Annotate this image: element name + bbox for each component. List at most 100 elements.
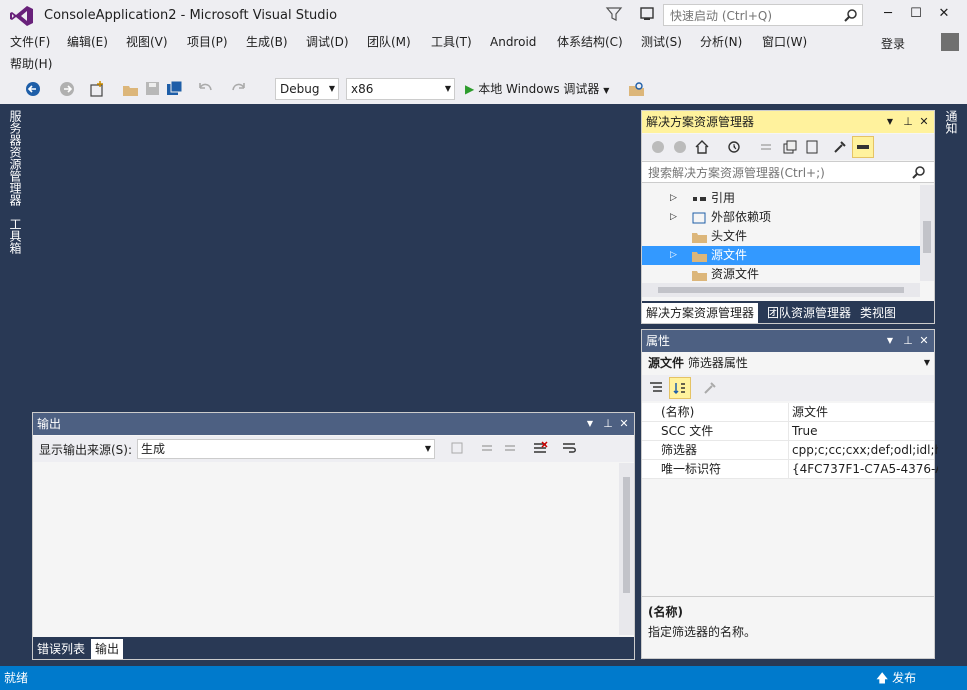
close-button[interactable]: ✕	[931, 4, 957, 24]
save-icon[interactable]	[144, 80, 162, 98]
preview-selected-button[interactable]	[852, 136, 874, 158]
tree-item-external-dependencies[interactable]: ▷ 外部依赖项	[642, 208, 920, 227]
menu-window[interactable]: 窗口(W)	[762, 33, 807, 51]
server-explorer-tab[interactable]: 服务器资源管理器	[6, 110, 24, 206]
chevron-down-icon[interactable]: ▼	[603, 86, 609, 95]
history-icon[interactable]	[726, 139, 742, 155]
output-vertical-scrollbar[interactable]	[619, 463, 634, 635]
notifications-tab[interactable]: 通知	[940, 110, 960, 134]
menu-android[interactable]: Android	[490, 33, 536, 51]
tab-class-view[interactable]: 类视图	[856, 303, 900, 323]
property-row-unique-identifier[interactable]: 唯一标识符 {4FC737F1-C7A5-4376-A066-2A32D752A…	[642, 460, 938, 479]
open-file-icon[interactable]	[122, 80, 140, 98]
tree-item-source-files[interactable]: ▷ 源文件	[642, 246, 920, 265]
word-wrap-icon[interactable]	[561, 440, 577, 456]
menu-architecture[interactable]: 体系结构(C)	[557, 33, 623, 51]
property-row-filter[interactable]: 筛选器 cpp;c;cc;cxx;def;odl;idl;hpj;bat;asm…	[642, 441, 938, 460]
tab-team-explorer[interactable]: 团队资源管理器	[763, 303, 855, 323]
tree-horizontal-scrollbar[interactable]	[642, 283, 920, 297]
property-value[interactable]: cpp;c;cc;cxx;def;odl;idl;hpj;bat;asm;asm…	[788, 441, 938, 460]
tab-error-list[interactable]: 错误列表	[33, 639, 89, 659]
property-value[interactable]: True	[788, 422, 938, 441]
dropdown-arrow-icon[interactable]: ▼	[882, 111, 898, 133]
property-value[interactable]: 源文件	[788, 403, 938, 422]
dropdown-arrow-icon[interactable]: ▼	[882, 330, 898, 352]
tree-item-resource-files[interactable]: 资源文件	[642, 265, 920, 284]
menu-test[interactable]: 测试(S)	[641, 33, 682, 51]
quick-launch-input[interactable]	[668, 6, 840, 26]
dropdown-arrow-icon[interactable]: ▼	[582, 413, 598, 435]
show-all-files-icon[interactable]	[804, 139, 820, 155]
new-project-icon[interactable]	[88, 80, 106, 98]
minimize-button[interactable]: ─	[875, 4, 901, 24]
menu-project[interactable]: 项目(P)	[187, 33, 228, 51]
menu-team[interactable]: 团队(M)	[367, 33, 411, 51]
search-icon[interactable]	[912, 165, 926, 179]
solution-platform-select[interactable]: x86 ▼	[346, 78, 455, 100]
find-in-files-icon[interactable]	[628, 80, 646, 98]
scrollbar-thumb[interactable]	[658, 287, 904, 293]
pin-icon[interactable]: ⊥	[900, 330, 916, 352]
property-row-name[interactable]: (名称) 源文件	[642, 403, 934, 422]
notifications-icon[interactable]	[638, 5, 656, 23]
expand-arrow-icon[interactable]: ▷	[670, 189, 677, 208]
home-icon[interactable]	[694, 139, 710, 155]
quick-launch[interactable]	[663, 4, 863, 26]
pin-icon[interactable]: ⊥	[900, 111, 916, 133]
tree-item-references[interactable]: ▷ 引用	[642, 189, 920, 208]
tab-solution-explorer[interactable]: 解决方案资源管理器	[642, 303, 759, 323]
menu-analyze[interactable]: 分析(N)	[700, 33, 742, 51]
properties-object-select[interactable]: 源文件 筛选器属性 ▼	[642, 353, 934, 373]
save-all-icon[interactable]	[166, 80, 184, 98]
scrollbar-thumb[interactable]	[623, 477, 630, 593]
solution-config-select[interactable]: Debug ▼	[275, 78, 339, 100]
previous-message-icon[interactable]	[479, 440, 495, 456]
property-row-scc-files[interactable]: SCC 文件 True	[642, 422, 934, 441]
undo-icon[interactable]	[196, 80, 214, 98]
tab-output[interactable]: 输出	[91, 639, 124, 659]
forward-icon[interactable]	[672, 139, 688, 155]
menu-edit[interactable]: 编辑(E)	[67, 33, 108, 51]
close-icon[interactable]: ✕	[916, 111, 932, 133]
pin-icon[interactable]: ⊥	[600, 413, 616, 435]
categorized-icon[interactable]	[648, 380, 664, 396]
solution-explorer-search[interactable]	[642, 161, 934, 183]
forward-icon[interactable]	[58, 80, 76, 98]
tree-vertical-scrollbar[interactable]	[920, 185, 934, 281]
tree-item-header-files[interactable]: 头文件	[642, 227, 920, 246]
close-icon[interactable]: ✕	[616, 413, 632, 435]
menu-file[interactable]: 文件(F)	[10, 33, 50, 51]
menu-debug[interactable]: 调试(D)	[306, 33, 349, 51]
redo-icon[interactable]	[230, 80, 248, 98]
output-source-select[interactable]: 生成 ▼	[137, 439, 435, 459]
expand-arrow-icon[interactable]: ▷	[670, 208, 677, 227]
menu-tools[interactable]: 工具(T)	[431, 33, 472, 51]
close-icon[interactable]: ✕	[916, 330, 932, 352]
clear-all-icon[interactable]	[532, 440, 548, 456]
login-link[interactable]: 登录	[881, 35, 905, 53]
search-icon[interactable]	[844, 8, 858, 22]
next-message-icon[interactable]	[502, 440, 518, 456]
alphabetical-button[interactable]	[669, 377, 691, 399]
back-icon[interactable]	[650, 139, 666, 155]
publish-button[interactable]: 🡅 发布	[876, 666, 916, 690]
collapse-all-icon[interactable]	[782, 139, 798, 155]
property-value[interactable]: {4FC737F1-C7A5-4376-A066-2A32D752A2FF}	[788, 460, 938, 479]
sync-icon[interactable]	[758, 139, 774, 155]
feedback-filter-icon[interactable]	[605, 5, 623, 23]
scrollbar-thumb[interactable]	[923, 221, 931, 253]
output-text-area[interactable]	[33, 463, 634, 635]
properties-wrench-icon[interactable]	[832, 139, 848, 155]
property-pages-wrench-icon[interactable]	[702, 380, 718, 396]
account-avatar-icon[interactable]	[941, 33, 959, 51]
toolbox-tab[interactable]: 工具箱	[6, 218, 24, 254]
start-debugging-button[interactable]: ▶ 本地 Windows 调试器 ▼	[465, 79, 609, 99]
solution-explorer-search-input[interactable]	[646, 163, 905, 183]
menu-view[interactable]: 视图(V)	[126, 33, 168, 51]
menu-help[interactable]: 帮助(H)	[10, 55, 52, 73]
back-icon[interactable]	[24, 80, 42, 98]
go-to-message-icon[interactable]	[449, 440, 465, 456]
maximize-button[interactable]: ☐	[903, 4, 929, 24]
expand-arrow-icon[interactable]: ▷	[670, 246, 677, 265]
menu-build[interactable]: 生成(B)	[246, 33, 288, 51]
